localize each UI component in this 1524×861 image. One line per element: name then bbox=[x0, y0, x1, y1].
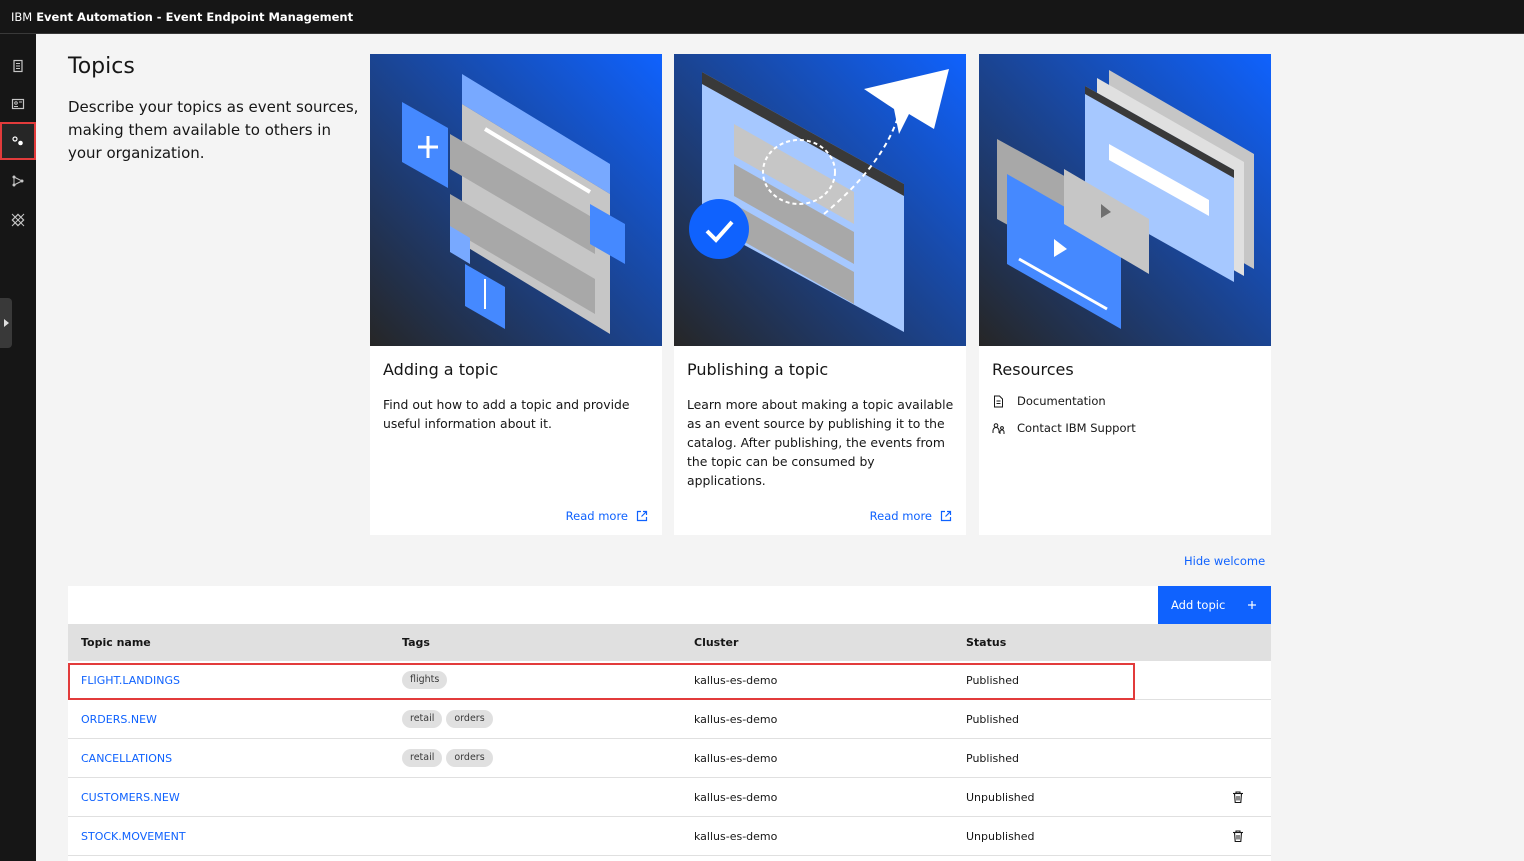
tile-publishing-topic: Publishing a topic Learn more about maki… bbox=[674, 54, 966, 535]
table-row[interactable]: ORDERS.NEW retail orders kallus-es-demo Publ… bbox=[68, 700, 1271, 739]
adding-topic-illustration bbox=[370, 54, 662, 346]
document-icon bbox=[994, 395, 1003, 407]
page-description: Describe your topics as event sources, m… bbox=[68, 98, 359, 162]
launch-icon bbox=[940, 510, 952, 522]
launch-icon bbox=[636, 510, 648, 522]
status-cell: Published bbox=[966, 752, 1019, 765]
read-more-link[interactable]: Read more bbox=[566, 509, 648, 523]
add-topic-button[interactable]: Add topic bbox=[1158, 586, 1271, 624]
read-more-link[interactable]: Read more bbox=[870, 509, 952, 523]
trash-can-icon[interactable] bbox=[1231, 790, 1245, 804]
trash-can-icon[interactable] bbox=[1231, 829, 1245, 843]
contact-support-label: Contact IBM Support bbox=[1017, 421, 1136, 435]
topic-name-link[interactable]: FLIGHT.LANDINGS bbox=[81, 674, 180, 687]
table-toolbar: Add topic bbox=[68, 586, 1271, 624]
tag-badge: retail bbox=[402, 710, 443, 728]
documentation-link[interactable]: Documentation bbox=[992, 394, 1106, 408]
publishing-topic-illustration bbox=[674, 54, 966, 346]
column-header-tags[interactable]: Tags bbox=[402, 636, 430, 649]
cluster-cell: kallus-es-demo bbox=[694, 830, 778, 843]
nav-gateways[interactable] bbox=[0, 162, 36, 200]
tile-title: Adding a topic bbox=[383, 360, 499, 379]
top-header: IBM Event Automation - Event Endpoint Ma… bbox=[0, 0, 1524, 34]
tag-badge: flights bbox=[402, 671, 448, 689]
nav-subscriptions[interactable] bbox=[0, 85, 36, 123]
tag-badge: orders bbox=[446, 710, 493, 728]
topic-name-link[interactable]: CANCELLATIONS bbox=[81, 752, 172, 765]
documentation-label: Documentation bbox=[1017, 394, 1106, 408]
topics-icon bbox=[12, 136, 23, 146]
tags-cell: retail orders bbox=[402, 710, 497, 728]
tile-adding-topic: Adding a topic Find out how to add a top… bbox=[370, 54, 662, 535]
topic-name-link[interactable]: ORDERS.NEW bbox=[81, 713, 157, 726]
table-row[interactable]: CANCELLATIONS retail orders kallus-es-demo P… bbox=[68, 739, 1271, 778]
column-header-status[interactable]: Status bbox=[966, 636, 1006, 649]
hide-welcome-link[interactable]: Hide welcome bbox=[1184, 554, 1265, 568]
tile-title: Publishing a topic bbox=[687, 360, 829, 379]
table-row[interactable]: FLIGHT.LANDINGS flights kallus-es-demo Publ… bbox=[68, 661, 1271, 700]
drawer-handle[interactable] bbox=[0, 298, 12, 348]
tile-title: Resources bbox=[992, 360, 1074, 379]
tag-badge: retail bbox=[402, 749, 443, 767]
topic-name-link[interactable]: STOCK.MOVEMENT bbox=[81, 830, 186, 843]
nav-topics[interactable] bbox=[0, 122, 36, 160]
tag-badge: orders bbox=[446, 749, 493, 767]
topics-table: Add topic Topic name Tags Cluster Status… bbox=[68, 586, 1271, 861]
tags-cell: retail orders bbox=[402, 749, 497, 767]
gateway-icon bbox=[11, 213, 25, 227]
brand-ibm: IBM bbox=[11, 9, 33, 24]
table-row[interactable]: STOCK.MOVEMENT kallus-es-demo Unpublished bbox=[68, 817, 1271, 856]
page-title: Topics bbox=[68, 54, 135, 79]
table-row[interactable]: CUSTOMERS.NEW kallus-es-demo Unpublished bbox=[68, 778, 1271, 817]
catalog-icon bbox=[13, 59, 23, 73]
support-icon bbox=[992, 422, 1005, 434]
column-header-cluster[interactable]: Cluster bbox=[694, 636, 738, 649]
product-name[interactable]: Event Automation - Event Endpoint Manage… bbox=[36, 10, 353, 24]
nav-catalog[interactable] bbox=[0, 47, 36, 85]
add-topic-label: Add topic bbox=[1171, 598, 1226, 612]
table-body: FLIGHT.LANDINGS flights kallus-es-demo Publ… bbox=[68, 661, 1271, 856]
cluster-cell: kallus-es-demo bbox=[694, 791, 778, 804]
tags-cell: flights bbox=[402, 671, 451, 689]
read-more-label: Read more bbox=[869, 509, 932, 523]
topic-name-link[interactable]: CUSTOMERS.NEW bbox=[81, 791, 180, 804]
cluster-cell: kallus-es-demo bbox=[694, 674, 778, 687]
status-cell: Published bbox=[966, 713, 1019, 726]
status-cell: Published bbox=[966, 674, 1019, 687]
status-cell: Unpublished bbox=[966, 830, 1035, 843]
table-header: Topic name Tags Cluster Status bbox=[68, 624, 1271, 661]
id-card-icon bbox=[11, 98, 25, 110]
status-cell: Unpublished bbox=[966, 791, 1035, 804]
caret-right-icon bbox=[4, 319, 9, 327]
contact-support-link[interactable]: Contact IBM Support bbox=[992, 421, 1136, 435]
resources-illustration bbox=[979, 54, 1271, 346]
tile-resources: Resources Documentation Contact IBM Supp… bbox=[979, 54, 1271, 535]
tile-body: Find out how to add a topic and provide … bbox=[383, 397, 630, 431]
side-nav bbox=[0, 34, 36, 861]
cluster-cell: kallus-es-demo bbox=[694, 713, 778, 726]
nav-admin[interactable] bbox=[0, 201, 36, 239]
cluster-cell: kallus-es-demo bbox=[694, 752, 778, 765]
add-icon bbox=[1248, 601, 1256, 609]
tile-body: Learn more about making a topic availabl… bbox=[687, 397, 954, 488]
column-header-topic-name[interactable]: Topic name bbox=[81, 636, 151, 649]
network-icon bbox=[12, 175, 24, 187]
read-more-label: Read more bbox=[565, 509, 628, 523]
